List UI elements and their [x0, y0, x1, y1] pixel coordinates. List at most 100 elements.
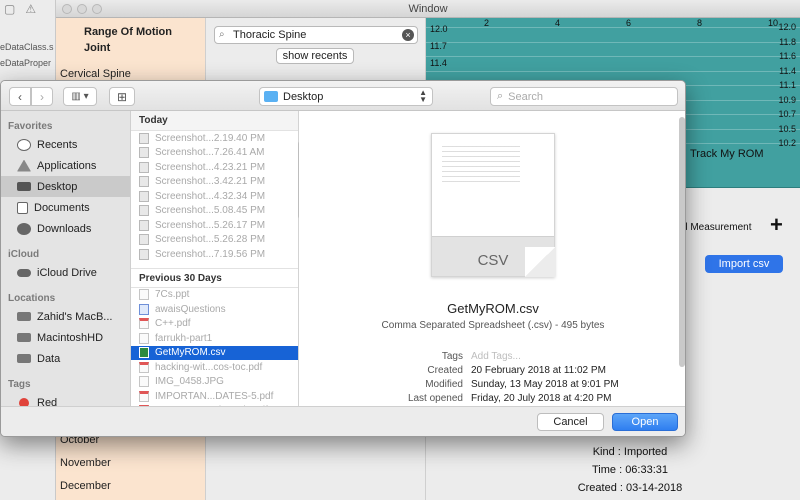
file-row-selected[interactable]: GetMyROM.csv — [131, 345, 298, 360]
view-mode-button[interactable]: ▥ ▾ — [63, 87, 97, 106]
add-icon[interactable]: + — [770, 212, 783, 238]
chart-y-tick-left: 11.4 — [430, 58, 447, 68]
pdf-file-icon — [139, 390, 149, 402]
file-row[interactable]: Screenshot...5.26.17 PM — [131, 218, 298, 233]
doc-file-icon — [139, 376, 149, 388]
sidebar-item-recents[interactable]: Recents — [1, 134, 130, 155]
locations-heading: Locations — [8, 293, 56, 304]
rom-header: Range Of Motion — [84, 26, 172, 38]
chart-y-tick-left: 11.7 — [430, 41, 447, 51]
show-recents-button[interactable]: show recents — [276, 48, 354, 64]
meta-row-modified: Modified Sunday, 13 May 2018 at 9:01 PM — [425, 379, 619, 390]
open-file-dialog: ‹ › ▥ ▾ ⊞ Desktop ▲ ▼ ⌕ Search Favorites … — [0, 80, 686, 437]
file-row[interactable]: Screenshot...4.32.34 PM — [131, 189, 298, 204]
file-name: 7Cs.ppt — [155, 289, 190, 301]
file-row[interactable]: Screenshot...2.19.40 PM — [131, 131, 298, 146]
file-name: Screenshot...7.26.41 AM — [155, 147, 265, 159]
chevron-right-icon: › — [40, 89, 44, 104]
import-csv-button[interactable]: Import csv — [705, 255, 783, 273]
file-row[interactable]: hacking-wit...cos-toc.pdf — [131, 360, 298, 375]
month-item[interactable]: November — [56, 453, 206, 476]
file-name: hacking-wit...cos-toc.pdf — [155, 361, 263, 373]
forward-button[interactable]: › — [31, 87, 53, 106]
editor-file-name: eDataClass.s — [0, 42, 54, 52]
file-row[interactable]: IMG_0458.JPG — [131, 375, 298, 390]
chart-gridline — [426, 70, 800, 72]
chart-gridline — [426, 41, 800, 43]
screenshot-file-icon — [139, 190, 149, 202]
file-row[interactable]: awaisQuestions — [131, 302, 298, 317]
xls-file-icon — [139, 347, 149, 359]
file-icon: ▢ — [4, 2, 16, 16]
file-row[interactable]: farrukh-part1 — [131, 331, 298, 346]
sidebar-item-icloud-drive[interactable]: iCloud Drive — [1, 262, 130, 283]
location-popup[interactable]: Desktop ▲ ▼ — [259, 87, 433, 106]
sidebar-item-data[interactable]: Data — [1, 348, 130, 369]
screenshot-file-icon — [139, 147, 149, 159]
chart-x-tick: 4 — [555, 18, 561, 28]
preview-scrollbar[interactable] — [679, 117, 685, 367]
updown-chevron-icon: ▲ ▼ — [419, 88, 427, 104]
cloud-icon — [17, 268, 31, 277]
chart-y-tick-right: 11.1 — [779, 80, 796, 90]
search-value: Thoracic Spine — [233, 29, 307, 41]
file-row[interactable]: C++.pdf — [131, 317, 298, 332]
file-row[interactable]: Screenshot...7.26.41 AM — [131, 146, 298, 161]
window-title: Window — [408, 3, 448, 15]
today-file-group: Screenshot...2.19.40 PM Screenshot...7.26… — [131, 131, 298, 262]
dialog-footer: Cancel Open — [1, 406, 685, 436]
chart-y-tick-left: 12.0 — [430, 24, 448, 34]
red-tag-icon — [19, 397, 29, 406]
file-row[interactable]: Screenshot...5.26.28 PM — [131, 233, 298, 248]
sidebar-item-documents[interactable]: Documents — [1, 197, 130, 218]
favorites-heading: Favorites — [8, 121, 53, 132]
sidebar-item-macintoshhd[interactable]: MacintoshHD — [1, 327, 130, 348]
word-file-icon — [139, 303, 149, 315]
sidebar-item-downloads[interactable]: Downloads — [1, 218, 130, 239]
cancel-button[interactable]: Cancel — [537, 413, 604, 431]
icloud-heading: iCloud — [8, 249, 40, 260]
file-row[interactable]: Screenshot...3.42.21 PM — [131, 175, 298, 190]
dialog-sidebar: Favorites Recents Applications Desktop D… — [1, 111, 131, 406]
file-row[interactable]: Screenshot...4.23.21 PM — [131, 160, 298, 175]
file-row[interactable]: Screenshot...7.19.56 PM — [131, 247, 298, 262]
sidebar-item-applications[interactable]: Applications — [1, 155, 130, 176]
search-input[interactable]: ⌕ Search — [490, 87, 678, 106]
detail-time: Time : 06:33:31 — [591, 464, 669, 476]
new-folder-icon: ⊞ — [116, 89, 128, 104]
window-controls[interactable] — [62, 4, 102, 14]
open-button[interactable]: Open — [612, 413, 678, 431]
new-folder-button[interactable]: ⊞ — [109, 87, 135, 106]
sidebar-item-macbook[interactable]: Zahid's MacB... — [1, 306, 130, 327]
desktop-icon — [17, 182, 31, 191]
chart-gridline — [426, 56, 800, 57]
sidebar-item-desktop[interactable]: Desktop — [1, 176, 130, 197]
month-list: October November December — [56, 430, 206, 499]
meta-row-last-opened: Last opened Friday, 20 July 2018 at 4:20… — [407, 393, 612, 404]
pdf-file-icon — [139, 318, 149, 330]
clear-icon[interactable]: × — [402, 29, 414, 41]
chart-y-tick-right: 10.5 — [778, 123, 796, 134]
month-item[interactable]: December — [56, 476, 206, 499]
chart-y-tick-right: 11.4 — [779, 65, 796, 76]
add-tags-field[interactable]: Add Tags... — [471, 351, 521, 362]
editor-toolbar: ▢ ⚠ — [0, 0, 55, 18]
file-row[interactable]: IMPORTAN...DATES-5.pdf — [131, 389, 298, 404]
file-row[interactable]: 7Cs.ppt — [131, 288, 298, 303]
clock-icon — [17, 138, 31, 151]
file-name: Screenshot...4.23.21 PM — [155, 161, 266, 173]
pdf-file-icon — [139, 361, 149, 373]
file-name: awaisQuestions — [155, 303, 226, 315]
joint-search-input[interactable]: ⌕ Thoracic Spine × — [214, 26, 418, 44]
chart-x-tick: 6 — [626, 18, 632, 28]
document-icon — [17, 201, 28, 214]
download-icon — [17, 222, 31, 235]
screenshot-file-icon — [139, 219, 149, 231]
file-name: C++.pdf — [155, 318, 191, 330]
doc-file-icon — [139, 289, 149, 301]
back-button[interactable]: ‹ — [9, 87, 31, 106]
chart-x-tick: 2 — [484, 18, 490, 28]
sidebar-item-tag-red[interactable]: Red — [1, 392, 130, 406]
file-row[interactable]: Screenshot...5.08.45 PM — [131, 204, 298, 219]
chart-x-tick: 10 — [768, 18, 779, 28]
